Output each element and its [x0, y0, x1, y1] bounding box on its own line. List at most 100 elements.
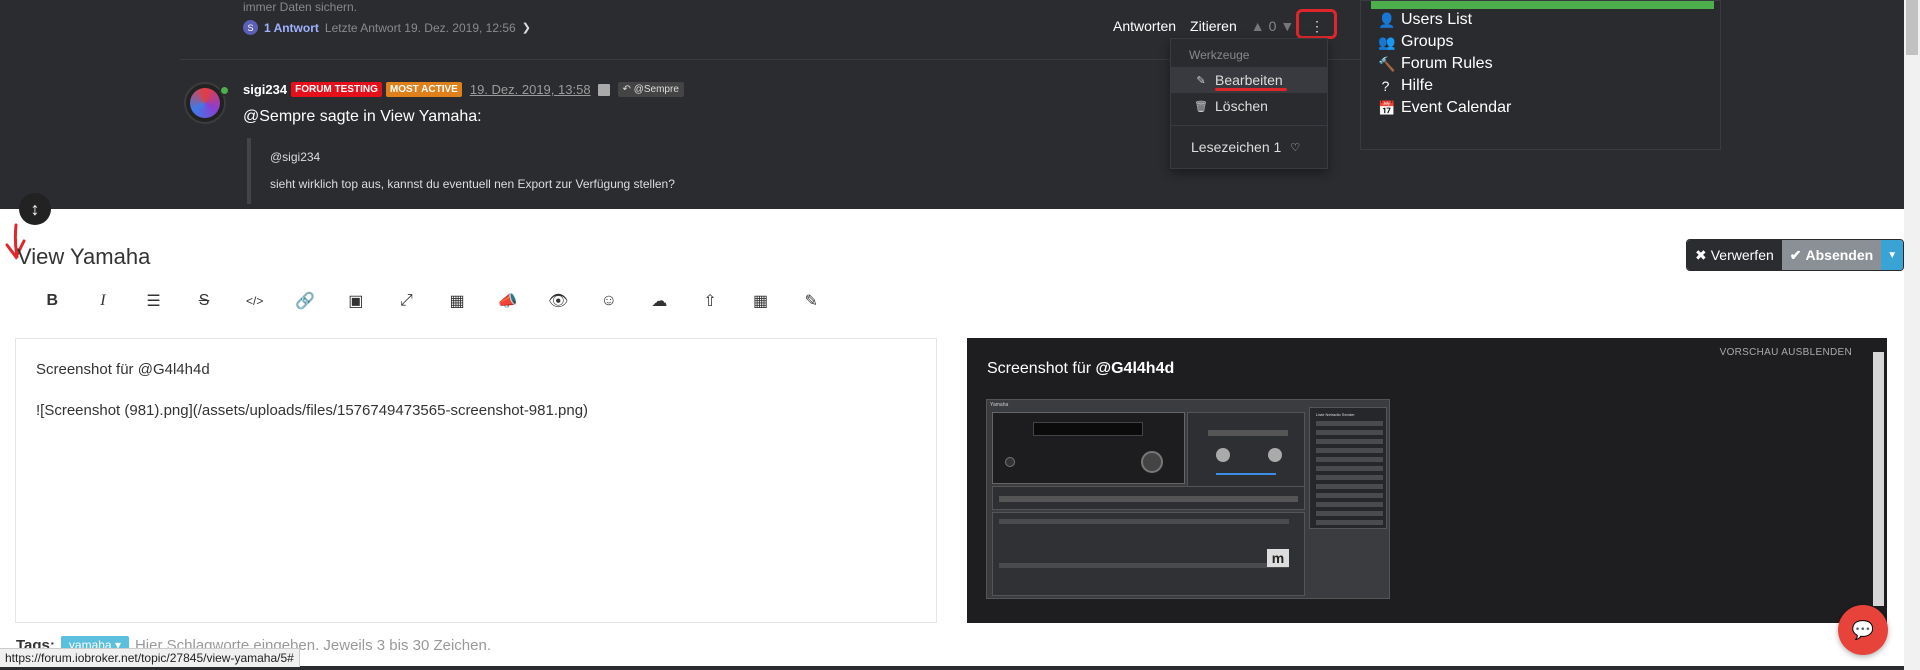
screenshot-title: Yamaha: [990, 402, 1009, 408]
screen: immer Daten sichern. S 1 Antwort Letzte …: [0, 0, 1920, 670]
menu-item-bookmark[interactable]: Lesezeichen 1 ♡: [1171, 134, 1327, 160]
side-item-event-calendar[interactable]: 📅 Event Calendar: [1361, 97, 1720, 119]
editor-line-1: Screenshot für @G4l4h4d: [36, 361, 210, 378]
calendar-icon: 📅: [1378, 99, 1396, 116]
page-scrollbar-thumb[interactable]: [1906, 0, 1918, 55]
upvote-icon[interactable]: ▲: [1251, 18, 1265, 34]
list-item: [1316, 466, 1383, 471]
submit-button[interactable]: ✔ Absenden: [1781, 240, 1882, 270]
hide-preview-link[interactable]: VORSCHAU AUSBLENDEN: [1720, 347, 1852, 358]
input-cells: [999, 496, 1298, 502]
preview-scrollbar[interactable]: [1873, 352, 1884, 606]
side-item-groups[interactable]: 👥 Groups: [1361, 31, 1720, 53]
side-item-users-list[interactable]: 👤 Users List: [1361, 9, 1720, 31]
volume-down-icon: [1216, 448, 1230, 462]
netradio-list: Liste Netradio Sender: [1309, 407, 1387, 529]
grid-icon[interactable]: ▦: [735, 290, 786, 312]
reply-button[interactable]: Antworten: [1113, 18, 1176, 34]
quoted-user-link[interactable]: @Sempre: [243, 108, 315, 125]
forum-thread: immer Daten sichern. S 1 Antwort Letzte …: [0, 0, 1904, 209]
question-icon: ?: [1381, 78, 1390, 94]
info-row: [999, 519, 1289, 524]
online-status-icon: [219, 85, 230, 96]
receiver-display: [1033, 422, 1143, 436]
link-icon[interactable]: 🔗: [280, 290, 331, 312]
cloud-upload-icon[interactable]: ☁: [634, 290, 685, 312]
list-item: [1316, 484, 1383, 489]
chevron-right-icon[interactable]: ❯: [522, 21, 531, 34]
italic-icon[interactable]: I: [78, 290, 129, 312]
preview-mention[interactable]: @G4l4h4d: [1096, 360, 1175, 377]
side-menu: 👤 Users List 👥 Groups 🔨 Forum Rules ? Hilfe …: [1360, 0, 1721, 150]
composer-action-buttons: ✖ Verwerfen ✔ Absenden ▼: [1686, 239, 1905, 271]
list-item: [1316, 421, 1383, 426]
smiley-icon[interactable]: ☺: [584, 290, 635, 312]
menu-item-delete[interactable]: 🗑 Löschen: [1171, 93, 1327, 119]
markdown-editor[interactable]: Screenshot für @G4l4h4d ![Screenshot (98…: [15, 338, 937, 623]
list-item: [1316, 493, 1383, 498]
vote-count: 0: [1268, 18, 1277, 34]
badge-forum-testing: FORUM TESTING: [291, 82, 382, 97]
list-item: [1316, 502, 1383, 507]
side-item-users-list-label: Users List: [1401, 11, 1473, 28]
heart-icon: ♡: [1290, 141, 1301, 154]
reply-count[interactable]: 1 Antwort: [264, 21, 319, 35]
post-date[interactable]: 19. Dez. 2019, 13:58: [470, 82, 591, 97]
transport-buttons: [1208, 430, 1288, 436]
side-item-help[interactable]: ? Hilfe: [1361, 75, 1720, 97]
quoted-topic-link[interactable]: View Yamaha: [380, 108, 477, 125]
browser-status-url: https://forum.iobroker.net/topic/27845/v…: [0, 648, 300, 667]
page-scrollbar[interactable]: [1904, 0, 1920, 670]
eye-icon[interactable]: 👁: [533, 290, 584, 312]
post-header: sigi234 FORUM TESTING MOST ACTIVE 19. De…: [243, 82, 684, 97]
code-icon[interactable]: </>: [229, 290, 280, 312]
gavel-icon: 🔨: [1378, 55, 1396, 72]
avatar-image: [190, 88, 220, 118]
submit-options-button[interactable]: ▼: [1881, 240, 1904, 270]
post-quote-intro: @Sempre sagte in View Yamaha:: [243, 108, 482, 126]
post-username[interactable]: sigi234: [243, 82, 287, 97]
badge-most-active: MOST ACTIVE: [385, 82, 462, 97]
downvote-icon[interactable]: ▼: [1280, 18, 1294, 34]
list-item: [1316, 511, 1383, 516]
list-item: [1316, 475, 1383, 480]
caret-down-icon: ▼: [1887, 249, 1898, 261]
upload-icon[interactable]: ⇧: [685, 290, 736, 312]
red-underline-mark: [1215, 88, 1287, 91]
pencil-icon: ✎: [1196, 74, 1206, 87]
formatting-toolbar: B I ☰ S </> 🔗 ▣ ⤢ ▦ 📣 👁 ☺ ☁ ⇧ ▦ ✎: [27, 290, 837, 312]
discard-button[interactable]: ✖ Verwerfen: [1687, 240, 1782, 270]
list-item: [1316, 448, 1383, 453]
announce-icon[interactable]: 📣: [482, 290, 533, 312]
composer-title[interactable]: View Yamaha: [17, 244, 150, 270]
quote-button[interactable]: Zitieren: [1190, 18, 1237, 34]
preview-pane: VORSCHAU AUSBLENDEN Screenshot für @G4l4…: [967, 338, 1887, 623]
resize-handle-icon[interactable]: ↕: [19, 193, 51, 225]
trash-icon: 🗑: [1194, 100, 1208, 113]
list-item: [1316, 430, 1383, 435]
reply-info[interactable]: S 1 Antwort Letzte Antwort 19. Dez. 2019…: [243, 20, 531, 35]
receiver-image: [992, 412, 1185, 484]
embedded-screenshot[interactable]: Yamaha Liste Netradio Sender m: [986, 399, 1390, 599]
chart-icon[interactable]: ▦: [432, 290, 483, 312]
bold-icon[interactable]: B: [27, 290, 78, 312]
fullscreen-icon[interactable]: ⤢: [381, 290, 432, 312]
reply-to-user: @Sempre: [633, 84, 679, 95]
vote-control: ▲ 0 ▼: [1251, 18, 1295, 34]
reply-to-tag[interactable]: ↶ @Sempre: [617, 82, 684, 97]
side-item-event-calendar-label: Event Calendar: [1401, 99, 1512, 116]
input-selector: [992, 486, 1305, 510]
side-item-help-label: Hilfe: [1401, 77, 1434, 94]
group-icon: 👥: [1378, 33, 1396, 50]
strikethrough-icon[interactable]: S: [179, 290, 230, 312]
image-icon[interactable]: ▣: [331, 290, 382, 312]
eyedropper-icon[interactable]: ✎: [786, 290, 837, 312]
menu-item-edit-label: Bearbeiten: [1215, 72, 1283, 88]
post-tools-dropdown: Werkzeuge ✎ Bearbeiten 🗑 Löschen Lesezei…: [1170, 38, 1328, 169]
side-item-forum-rules[interactable]: 🔨 Forum Rules: [1361, 53, 1720, 75]
list-icon[interactable]: ☰: [128, 290, 179, 312]
close-icon: ✖: [1695, 246, 1707, 263]
chat-icon[interactable]: 💬: [1838, 605, 1888, 655]
discard-label: Verwerfen: [1710, 247, 1774, 263]
previous-post-text: immer Daten sichern.: [243, 0, 358, 14]
